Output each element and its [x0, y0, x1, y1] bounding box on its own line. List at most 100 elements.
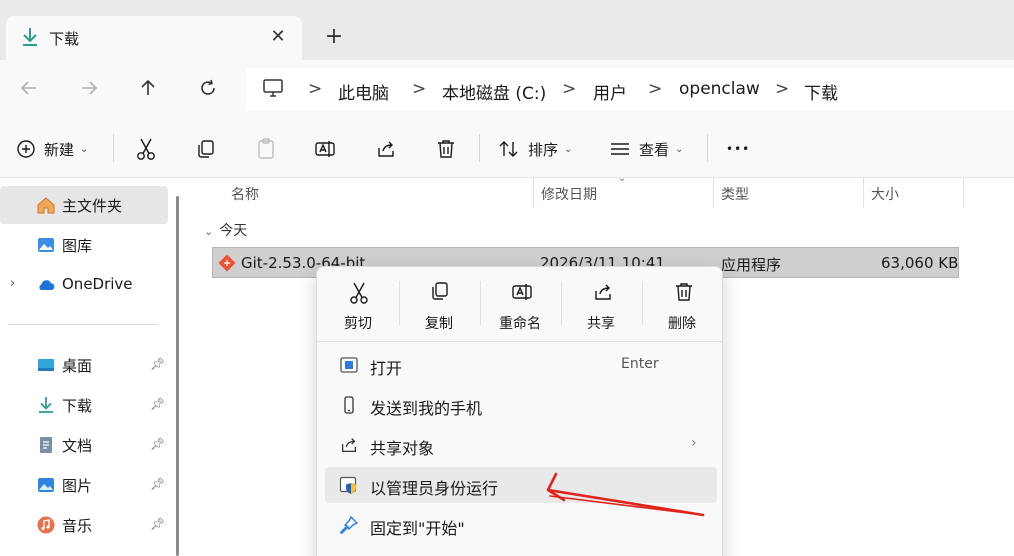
- delete-button[interactable]: [435, 136, 457, 162]
- sidebar-item-desktop[interactable]: 桌面 📌︎: [0, 346, 168, 384]
- sidebar-item-label: 主文件夹: [62, 197, 123, 215]
- chevron-down-icon: ⌄: [675, 143, 684, 155]
- new-tab-button[interactable]: +: [322, 26, 346, 50]
- chevron-right-icon[interactable]: ›: [10, 276, 15, 291]
- tab-title: 下载: [49, 30, 80, 48]
- address-bar[interactable]: > 此电脑 > 本地磁盘 (C:) > 用户 > openclaw > 下载: [246, 68, 1014, 110]
- share-icon: [378, 141, 394, 157]
- sidebar-item-gallery[interactable]: 图库: [0, 226, 168, 264]
- column-header-size[interactable]: 大小: [871, 184, 899, 204]
- column-divider[interactable]: [963, 178, 964, 208]
- git-icon: [218, 254, 236, 272]
- more-options-icon[interactable]: •••: [726, 136, 750, 162]
- rename-icon: [315, 141, 335, 157]
- new-button[interactable]: 新建 ⌄: [16, 136, 88, 162]
- pin-icon: [340, 515, 359, 534]
- share-icon: [595, 284, 611, 300]
- home-icon: [37, 197, 55, 214]
- close-icon[interactable]: ✕: [268, 26, 288, 47]
- breadcrumb-separator: >: [775, 79, 790, 99]
- breadcrumb-local-disk[interactable]: 本地磁盘 (C:): [442, 79, 546, 104]
- breadcrumb-user-folder[interactable]: openclaw: [679, 79, 760, 99]
- toolbar-divider: [707, 134, 708, 162]
- plus-circle-icon: [17, 140, 35, 158]
- up-button[interactable]: [135, 75, 161, 101]
- sidebar-item-label: 文档: [62, 437, 93, 455]
- breadcrumb-separator: >: [412, 79, 427, 99]
- rename-button[interactable]: [314, 136, 336, 162]
- view-button[interactable]: 查看 ⌄: [609, 136, 683, 162]
- column-header-name[interactable]: 名称: [231, 184, 259, 204]
- copy-icon: [198, 140, 214, 158]
- sidebar-item-label: 桌面: [62, 357, 93, 375]
- annotation-arrow: [546, 472, 705, 517]
- download-icon: [23, 28, 37, 46]
- column-divider[interactable]: [713, 178, 714, 208]
- divider: [317, 341, 722, 342]
- sidebar-item-label: 图片: [62, 477, 93, 495]
- scissors-icon: [137, 138, 155, 160]
- pin-icon: 📌︎: [150, 437, 166, 451]
- share-icon: [342, 438, 356, 452]
- sort-indicator-icon: ⌄: [618, 173, 627, 184]
- column-header-type[interactable]: 类型: [721, 184, 749, 204]
- cloud-icon: [39, 280, 55, 290]
- breadcrumb-users[interactable]: 用户: [593, 79, 627, 104]
- refresh-button[interactable]: [195, 75, 221, 101]
- trash-icon: [676, 283, 692, 301]
- share-button[interactable]: [375, 136, 397, 162]
- view-label: 查看: [639, 140, 670, 159]
- delete-button[interactable]: 删除: [643, 271, 721, 335]
- download-icon: [39, 397, 53, 413]
- sidebar-scrollbar[interactable]: [176, 196, 179, 556]
- breadcrumb-downloads[interactable]: 下载: [804, 79, 838, 104]
- menu-item-open[interactable]: 打开 Enter: [325, 347, 717, 383]
- sidebar-item-music[interactable]: 音乐 📌︎: [0, 506, 168, 544]
- copy-icon: [432, 282, 448, 300]
- forward-button[interactable]: [76, 75, 102, 101]
- sidebar-item-documents[interactable]: 文档 📌︎: [0, 426, 168, 464]
- back-button[interactable]: [16, 75, 42, 101]
- column-divider[interactable]: [863, 178, 864, 208]
- copy-label: 复制: [425, 316, 453, 332]
- column-header-date[interactable]: 修改日期: [541, 184, 597, 204]
- paste-button[interactable]: [255, 136, 277, 162]
- shield-icon: [339, 476, 357, 494]
- chevron-down-icon: ⌄: [80, 143, 89, 155]
- sort-button[interactable]: 排序 ⌄: [498, 136, 572, 162]
- menu-item-label: 打开: [370, 359, 403, 378]
- tab-downloads[interactable]: 下载 ✕: [6, 16, 302, 60]
- sidebar-item-label: 音乐: [62, 517, 93, 535]
- chevron-right-icon: ›: [691, 435, 697, 451]
- sidebar-item-onedrive[interactable]: › OneDrive: [0, 266, 168, 304]
- share-button[interactable]: 共享: [562, 271, 640, 335]
- rename-button[interactable]: 重命名: [481, 271, 559, 335]
- breadcrumb-this-pc[interactable]: 此电脑: [338, 79, 389, 104]
- breadcrumb-separator: >: [562, 79, 577, 99]
- sidebar-item-home[interactable]: 主文件夹: [0, 186, 168, 224]
- app-window-icon: [340, 357, 358, 373]
- refresh-icon: [201, 79, 215, 95]
- group-header-today[interactable]: ⌄ 今天: [204, 220, 247, 240]
- shortcut-label: Enter: [621, 356, 659, 372]
- sidebar-item-pictures[interactable]: 图片 📌︎: [0, 466, 168, 504]
- sidebar-item-label: 图库: [62, 237, 93, 255]
- toolbar-divider: [479, 134, 480, 162]
- copy-button[interactable]: [195, 136, 217, 162]
- rename-icon: [512, 284, 532, 300]
- copy-button[interactable]: 复制: [400, 271, 478, 335]
- desktop-icon: [38, 359, 54, 371]
- sidebar-item-label: OneDrive: [62, 275, 133, 293]
- sidebar-item-downloads[interactable]: 下载 📌︎: [0, 386, 168, 424]
- cut-button[interactable]: [135, 136, 157, 162]
- delete-label: 删除: [668, 316, 696, 332]
- clipboard-icon: [258, 138, 274, 159]
- cut-button[interactable]: 剪切: [319, 271, 397, 335]
- menu-item-label: 发送到我的手机: [370, 399, 483, 418]
- menu-item-send-to-phone[interactable]: 发送到我的手机: [325, 387, 717, 423]
- menu-item-share-with[interactable]: 共享对象 ›: [325, 427, 717, 463]
- column-divider[interactable]: [533, 178, 534, 208]
- scissors-icon: [350, 282, 368, 304]
- view-list-icon: [611, 143, 629, 155]
- music-icon: [37, 516, 55, 534]
